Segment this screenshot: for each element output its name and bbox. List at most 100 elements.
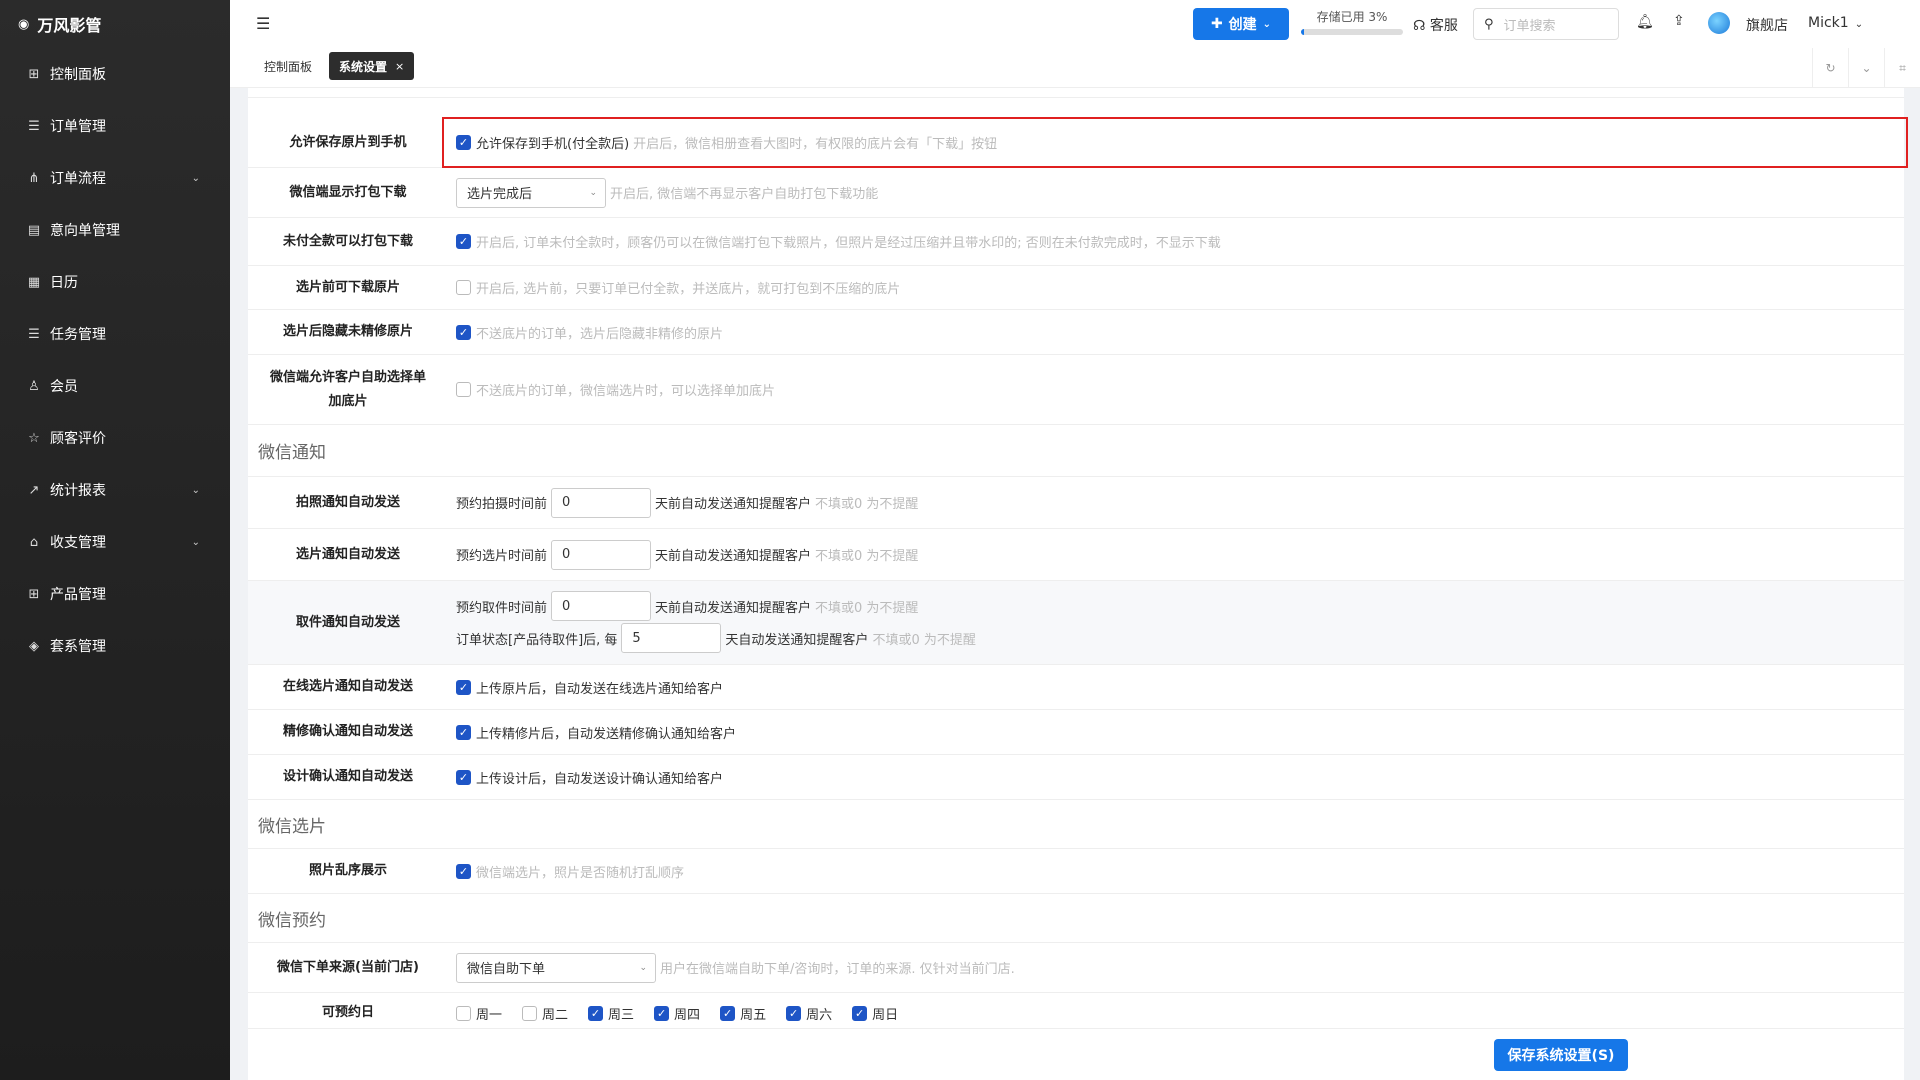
tab-system-settings[interactable]: 系统设置 × xyxy=(329,52,415,80)
section-title: 微信预约 xyxy=(258,910,326,931)
checkbox-day[interactable]: ✓ xyxy=(786,1005,802,1021)
sidebar-item-packages[interactable]: ◈ 套系管理 xyxy=(0,620,230,672)
checkbox-save-original[interactable]: ✓ xyxy=(456,135,471,150)
create-button[interactable]: ✚ 创建 ⌄ xyxy=(1193,8,1289,40)
search-input[interactable]: ⚲ 订单搜索 xyxy=(1473,8,1619,40)
sidebar-item-label: 产品管理 xyxy=(50,587,106,603)
checkbox-day[interactable]: ✓ xyxy=(654,1005,670,1021)
sidebar-item-reviews[interactable]: ☆ 顾客评价 xyxy=(0,412,230,464)
field-prefix: 订单状态[产品待取件]后, 每 xyxy=(456,632,618,648)
checkbox-hide-unretouched[interactable]: ✓ xyxy=(456,324,471,340)
sidebar-item-label: 意向单管理 xyxy=(50,223,120,239)
setting-row-design-notify: 设计确认通知自动发送 ✓ 上传设计后，自动发送设计确认通知给客户 xyxy=(248,755,1904,800)
brand-title: 万风影管 xyxy=(37,16,102,35)
day-label: 周日 xyxy=(872,1007,899,1023)
setting-row-bookable-days: 可预约日 周一 周二 ✓ 周三 ✓ 周四 ✓ 周五 ✓ 周六 ✓ 周日 xyxy=(248,993,1904,1028)
checkbox-pre-select-download[interactable] xyxy=(456,280,471,295)
setting-hint: 不填或0 为不提醒 xyxy=(872,632,976,648)
setting-label: 未付全款可以打包下载 xyxy=(282,233,413,249)
fullscreen-icon[interactable]: ⌗ xyxy=(1884,48,1920,88)
refresh-icon[interactable]: ↻ xyxy=(1812,48,1848,88)
tabs-bar: 控制面板 系统设置 × ↻ ⌄ ⌗ xyxy=(230,48,1920,88)
setting-control-2: 订单状态[产品待取件]后, 每 5 天自动发送通知提醒客户 不填或0 为不提醒 xyxy=(456,623,976,653)
storage-fill xyxy=(1301,29,1305,35)
checkbox-retouch-notify[interactable]: ✓ xyxy=(456,724,471,740)
chevron-down-icon[interactable]: ⌄ xyxy=(1848,48,1884,88)
checkbox-day[interactable] xyxy=(522,1005,538,1021)
chevron-down-icon: ⌄ xyxy=(589,187,597,198)
sidebar-item-label: 订单流程 xyxy=(50,171,106,187)
checkbox-day[interactable] xyxy=(456,1005,471,1021)
sidebar-item-products[interactable]: ⊞ 产品管理 xyxy=(0,568,230,620)
checkbox-online-notify[interactable]: ✓ xyxy=(456,679,471,695)
setting-control: ✓ 上传精修片后，自动发送精修确认通知给客户 xyxy=(456,723,736,742)
menu-toggle-icon[interactable]: ☰ xyxy=(256,14,270,33)
storage-label: 存储已用 3% xyxy=(1316,10,1388,24)
pickup-days-input[interactable]: 0 xyxy=(551,591,652,621)
tabs-tools: ↻ ⌄ ⌗ xyxy=(1812,48,1920,88)
upload-icon[interactable]: ⇪ xyxy=(1673,13,1685,29)
section-title: 微信选片 xyxy=(258,816,326,837)
checkbox-label[interactable]: 上传原片后，自动发送在线选片通知给客户 xyxy=(476,678,723,697)
sidebar-item-order-flow[interactable]: ⋔ 订单流程 ⌄ xyxy=(0,152,230,204)
sidebar-item-finance[interactable]: ⌂ 收支管理 ⌄ xyxy=(0,516,230,568)
order-source-select[interactable]: 微信自助下单 ⌄ xyxy=(456,952,656,983)
day-option-tue[interactable]: 周二 xyxy=(522,1004,568,1023)
service-label: 客服 xyxy=(1429,18,1458,34)
package-icon: ◈ xyxy=(29,638,39,654)
shoot-days-input[interactable]: 0 xyxy=(551,487,652,518)
sidebar-item-tasks[interactable]: ☰ 任务管理 xyxy=(0,308,230,360)
checkbox-day[interactable]: ✓ xyxy=(852,1005,868,1021)
sidebar-item-members[interactable]: ♙ 会员 xyxy=(0,360,230,412)
day-option-wed[interactable]: ✓ 周三 xyxy=(588,1004,634,1023)
day-label: 周二 xyxy=(542,1007,569,1023)
checkbox-label[interactable]: 上传精修片后，自动发送精修确认通知给客户 xyxy=(476,723,736,742)
sidebar: ◉ 万风影管 ⊞ 控制面板 ☰ 订单管理 ⋔ 订单流程 ⌄ ▤ 意向单管理 ▦ 日历 ☰ 任务… xyxy=(0,0,230,1080)
setting-hint: 开启后, 订单未付全款时，顾客仍可以在微信端打包下载照片，但照片是经过压缩并且带… xyxy=(476,236,1221,251)
setting-control: 预约取件时间前 0 天前自动发送通知提醒客户 不填或0 为不提醒 xyxy=(456,591,918,621)
sidebar-item-reports[interactable]: ↗ 统计报表 ⌄ xyxy=(0,464,230,516)
section-header-row: 微信预约 xyxy=(248,894,1904,943)
user-menu[interactable]: Mick1 ⌄ xyxy=(1808,15,1863,31)
setting-label: 微信下单来源(当前门店) xyxy=(277,959,419,975)
chevron-down-icon: ⌄ xyxy=(191,536,200,548)
checkbox-design-notify[interactable]: ✓ xyxy=(456,769,471,785)
pickup-repeat-input[interactable]: 5 xyxy=(621,623,722,653)
search-placeholder: 订单搜索 xyxy=(1503,18,1556,34)
setting-label: 微信端显示打包下载 xyxy=(289,184,407,200)
sidebar-item-intent[interactable]: ▤ 意向单管理 xyxy=(0,204,230,256)
sidebar-item-calendar[interactable]: ▦ 日历 xyxy=(0,256,230,308)
setting-control: 微信自助下单 ⌄ 用户在微信端自助下单/咨询时，订单的来源. 仅针对当前门店. xyxy=(456,952,1015,983)
checkbox-label[interactable]: 上传设计后，自动发送设计确认通知给客户 xyxy=(476,768,723,787)
checkbox-label[interactable]: 允许保存到手机(付全款后) xyxy=(476,133,629,152)
checkbox-self-select[interactable] xyxy=(456,382,471,397)
setting-hint: 不填或0 为不提醒 xyxy=(815,497,919,512)
sidebar-item-orders[interactable]: ☰ 订单管理 xyxy=(0,100,230,152)
bell-icon[interactable]: 🔔︎ xyxy=(1636,14,1654,30)
setting-hint: 不填或0 为不提醒 xyxy=(815,600,919,616)
service-button[interactable]: ☊ 客服 xyxy=(1413,15,1458,35)
day-option-sat[interactable]: ✓ 周六 xyxy=(786,1004,832,1023)
day-label: 周五 xyxy=(740,1007,767,1023)
checkbox-day[interactable]: ✓ xyxy=(588,1005,604,1021)
setting-label: 取件通知自动发送 xyxy=(295,614,400,630)
setting-label: 精修确认通知自动发送 xyxy=(282,724,413,739)
setting-control: ✓ 微信端选片，照片是否随机打乱顺序 xyxy=(456,862,684,881)
sidebar-item-dashboard[interactable]: ⊞ 控制面板 xyxy=(0,48,230,100)
day-option-fri[interactable]: ✓ 周五 xyxy=(720,1004,766,1023)
checkbox-unpaid-pack[interactable]: ✓ xyxy=(456,234,471,249)
day-option-mon[interactable]: 周一 xyxy=(456,1004,502,1023)
day-option-thu[interactable]: ✓ 周四 xyxy=(654,1004,700,1023)
close-icon[interactable]: × xyxy=(395,60,404,73)
day-option-sun[interactable]: ✓ 周日 xyxy=(852,1004,898,1023)
checkbox-shuffle[interactable]: ✓ xyxy=(456,863,471,879)
setting-control: ✓ 开启后, 订单未付全款时，顾客仍可以在微信端打包下载照片，但照片是经过压缩并… xyxy=(456,232,1221,251)
save-settings-button[interactable]: 保存系统设置(S) xyxy=(1494,1039,1628,1071)
tab-dashboard[interactable]: 控制面板 xyxy=(254,52,322,80)
store-label[interactable]: 旗舰店 xyxy=(1746,15,1788,35)
checkbox-day[interactable]: ✓ xyxy=(720,1005,736,1021)
select-days-input[interactable]: 0 xyxy=(551,539,652,570)
sidebar-item-label: 订单管理 xyxy=(50,119,106,135)
pack-download-select[interactable]: 选片完成后 ⌄ xyxy=(456,177,606,208)
brand[interactable]: ◉ 万风影管 xyxy=(0,0,230,48)
